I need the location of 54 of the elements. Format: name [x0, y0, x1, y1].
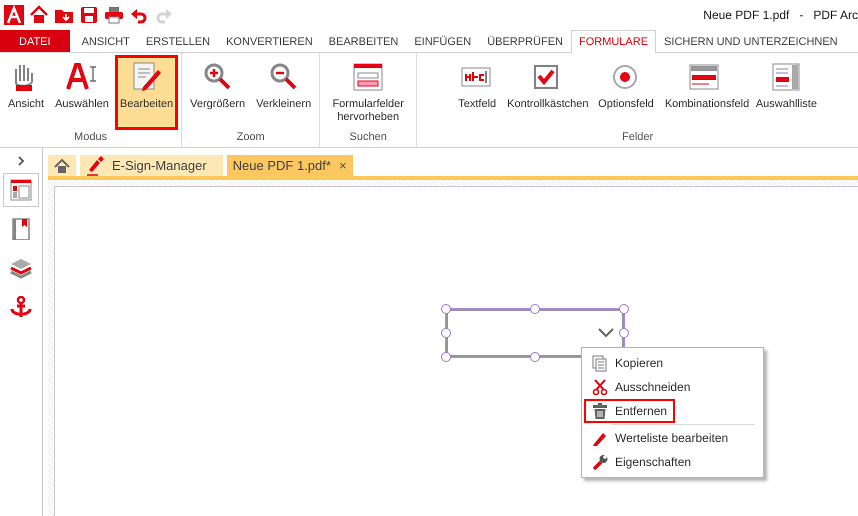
- menu-tab[interactable]: EINFÜGEN: [406, 30, 480, 52]
- chevron-down-icon: [598, 328, 614, 338]
- wrench-icon: [592, 454, 608, 470]
- file-menu-tab[interactable]: DATEI: [0, 30, 70, 52]
- window-title: Neue PDF 1.pdf - PDF Arc: [703, 8, 858, 22]
- page-thumbnails-icon: [10, 179, 32, 201]
- group-label: Suchen: [350, 131, 387, 145]
- printer-icon[interactable]: [104, 5, 124, 25]
- pen-icon: [86, 156, 104, 176]
- ribbon-button[interactable]: Vergrößern: [185, 55, 250, 130]
- ribbon-button[interactable]: Formularfelder hervorheben: [323, 55, 414, 130]
- menu-tab[interactable]: ANSICHT: [74, 30, 138, 52]
- ribbon-button[interactable]: Kombinationsfeld: [660, 55, 750, 130]
- ribbon-button[interactable]: Auswahlliste: [750, 55, 822, 130]
- copy-icon: [592, 354, 608, 372]
- document-tab[interactable]: [48, 155, 76, 176]
- document-tab[interactable]: Neue PDF 1.pdf* ×: [226, 155, 353, 176]
- close-button[interactable]: ×: [338, 158, 347, 173]
- anchor-icon: [10, 296, 32, 318]
- trash-icon: [592, 402, 608, 420]
- logo-icon[interactable]: [4, 5, 24, 25]
- menu-item[interactable]: Kopieren: [584, 351, 672, 375]
- ribbon-button[interactable]: Kontrollkästchen: [502, 55, 592, 130]
- save-icon[interactable]: [79, 5, 99, 25]
- form-fields-icon: [352, 61, 384, 93]
- menu-tab[interactable]: SICHERN UND UNTERZEICHNEN: [656, 30, 846, 52]
- home-icon: [54, 158, 70, 174]
- ribbon-button[interactable]: Ansicht: [3, 55, 50, 130]
- chevron-right-icon[interactable]: [17, 156, 25, 166]
- ribbon-button[interactable]: Verkleinern: [251, 55, 316, 130]
- document-tab[interactable]: E-Sign-Manager: [80, 155, 223, 176]
- ribbon-button[interactable]: Optionsfeld: [593, 55, 659, 130]
- menu-tab[interactable]: KONVERTIEREN: [218, 30, 321, 52]
- bookmark-icon: [10, 218, 32, 240]
- ribbon-button[interactable]: Bearbeiten: [114, 55, 178, 130]
- ribbon-button[interactable]: Textfeld: [453, 55, 502, 130]
- menu-item[interactable]: Werteliste bearbeiten: [584, 426, 736, 450]
- menu-tab[interactable]: ÜBERPRÜFEN: [479, 30, 571, 52]
- group-label: Modus: [74, 131, 108, 145]
- menu-item[interactable]: Ausschneiden: [584, 375, 698, 399]
- scissors-icon: [592, 378, 608, 396]
- list-box-icon: [770, 61, 802, 93]
- group-label: Felder: [622, 131, 654, 145]
- layers-icon: [10, 257, 32, 279]
- menu-tab[interactable]: ERSTELLEN: [138, 30, 218, 52]
- home-icon[interactable]: [29, 5, 49, 25]
- ribbon-button[interactable]: Auswählen: [50, 55, 114, 130]
- menu-tab[interactable]: BEARBEITEN: [320, 30, 406, 52]
- menu-item[interactable]: Entfernen: [584, 399, 676, 423]
- group-label: Zoom: [236, 131, 265, 145]
- menu-tab[interactable]: FORMULARE: [570, 30, 656, 53]
- menu-item[interactable]: Eigenschaften: [584, 450, 700, 474]
- sidebar-tab[interactable]: [3, 173, 39, 207]
- document-pencil-icon: [130, 61, 163, 93]
